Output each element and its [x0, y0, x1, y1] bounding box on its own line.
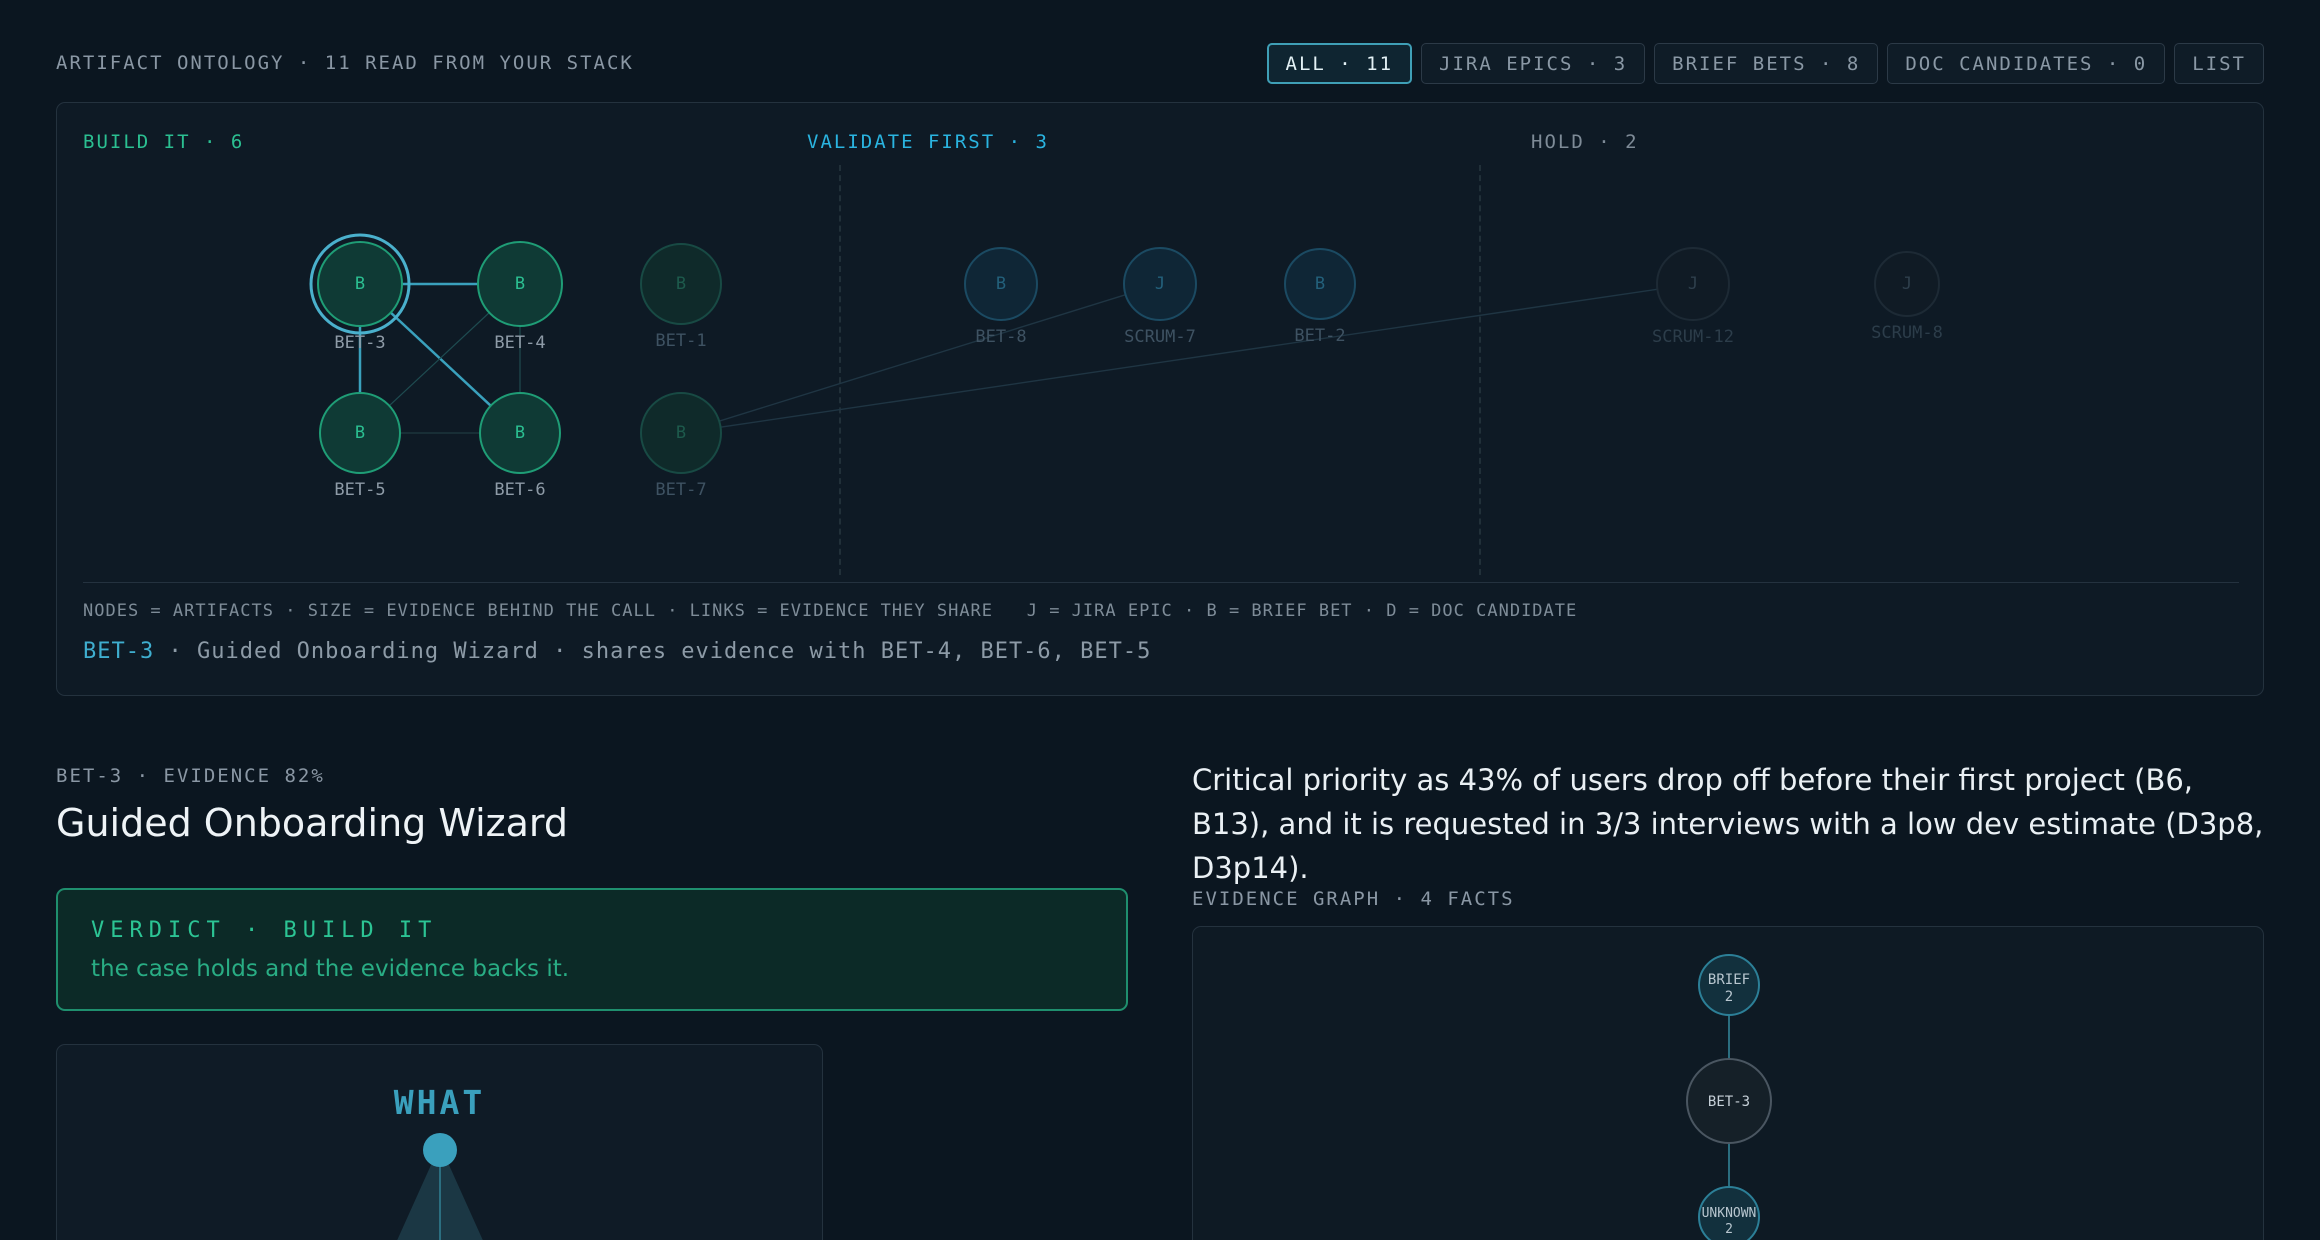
- node-glyph: B: [515, 274, 525, 294]
- node-glyph: J: [1902, 274, 1912, 294]
- node-glyph: J: [1688, 274, 1698, 294]
- node-glyph: J: [1155, 274, 1165, 294]
- what-dot: [423, 1133, 457, 1167]
- node-label: BET-6: [494, 480, 546, 500]
- evidence-node-unknown-label: UNKNOWN: [1702, 1206, 1757, 1221]
- node-label: BET-4: [494, 333, 546, 353]
- evidence-graph-panel: BRIEF 2 BET-3 UNKNOWN 2: [1192, 926, 2264, 1240]
- node-glyph: B: [515, 423, 525, 443]
- node-label: BET-8: [975, 327, 1027, 347]
- evidence-graph: BRIEF 2 BET-3 UNKNOWN 2: [1686, 954, 1772, 1240]
- node-glyph: B: [996, 274, 1006, 294]
- node-label: BET-7: [655, 480, 707, 500]
- node-glyph: B: [676, 274, 686, 294]
- verdict-box: VERDICT · BUILD IT the case holds and th…: [56, 888, 1128, 1011]
- filter-tabs: ALL · 11 JIRA EPICS · 3 BRIEF BETS · 8 D…: [1266, 43, 2264, 84]
- detail-meta: BET-3 · EVIDENCE 82%: [56, 765, 325, 787]
- node-label: SCRUM-12: [1652, 327, 1734, 347]
- evidence-graph-title: EVIDENCE GRAPH · 4 FACTS: [1192, 888, 1515, 910]
- summary-text: Critical priority as 43% of users drop o…: [1192, 763, 2264, 885]
- panel-divider: [83, 582, 2239, 583]
- node-label: SCRUM-7: [1124, 327, 1196, 347]
- filter-tab-list[interactable]: LIST: [2174, 43, 2264, 84]
- filter-tab-jira-epics[interactable]: JIRA EPICS · 3: [1421, 43, 1646, 84]
- node-label: BET-1: [655, 331, 707, 351]
- node-label: SCRUM-8: [1871, 323, 1943, 343]
- ontology-panel: BUILD IT · 6 VALIDATE FIRST · 3 HOLD · 2…: [56, 102, 2264, 696]
- node-label: BET-5: [334, 480, 386, 500]
- evidence-node-center-label: BET-3: [1708, 1094, 1750, 1110]
- link-bet7-scrum7: [680, 283, 1161, 434]
- what-label: WHAT: [393, 1083, 486, 1122]
- evidence-node-unknown-count: 2: [1725, 1222, 1733, 1237]
- verdict-title: VERDICT · BUILD IT: [91, 918, 438, 943]
- ontology-title: ARTIFACT ONTOLOGY · 11 READ FROM YOUR ST…: [56, 52, 634, 74]
- selected-artifact-info: BET-3 · Guided Onboarding Wizard · share…: [83, 639, 1151, 664]
- verdict-text: the case holds and the evidence backs it…: [91, 956, 570, 982]
- detail-title: Guided Onboarding Wizard: [56, 801, 568, 845]
- node-glyph: B: [355, 423, 365, 443]
- filter-tab-all[interactable]: ALL · 11: [1266, 43, 1413, 84]
- selected-artifact-id[interactable]: BET-3: [83, 639, 154, 664]
- filter-tab-brief-bets[interactable]: BRIEF BETS · 8: [1654, 43, 1879, 84]
- what-diagram: [397, 1133, 483, 1240]
- node-label: BET-2: [1294, 326, 1346, 346]
- selected-artifact-text: · Guided Onboarding Wizard · shares evid…: [154, 639, 1152, 664]
- evidence-node-brief-count: 2: [1725, 989, 1733, 1005]
- ontology-nodes: B B B B B B B J B J J: [309, 233, 1940, 474]
- filter-tab-doc-candidates[interactable]: DOC CANDIDATES · 0: [1887, 43, 2166, 84]
- node-glyph: B: [1315, 274, 1325, 294]
- what-card: WHAT: [56, 1044, 823, 1240]
- node-label: BET-3: [334, 333, 386, 353]
- node-glyph: B: [355, 274, 365, 294]
- ontology-legend: NODES = ARTIFACTS · SIZE = EVIDENCE BEHI…: [83, 601, 1578, 621]
- evidence-node-brief-label: BRIEF: [1708, 972, 1750, 988]
- node-glyph: B: [676, 423, 686, 443]
